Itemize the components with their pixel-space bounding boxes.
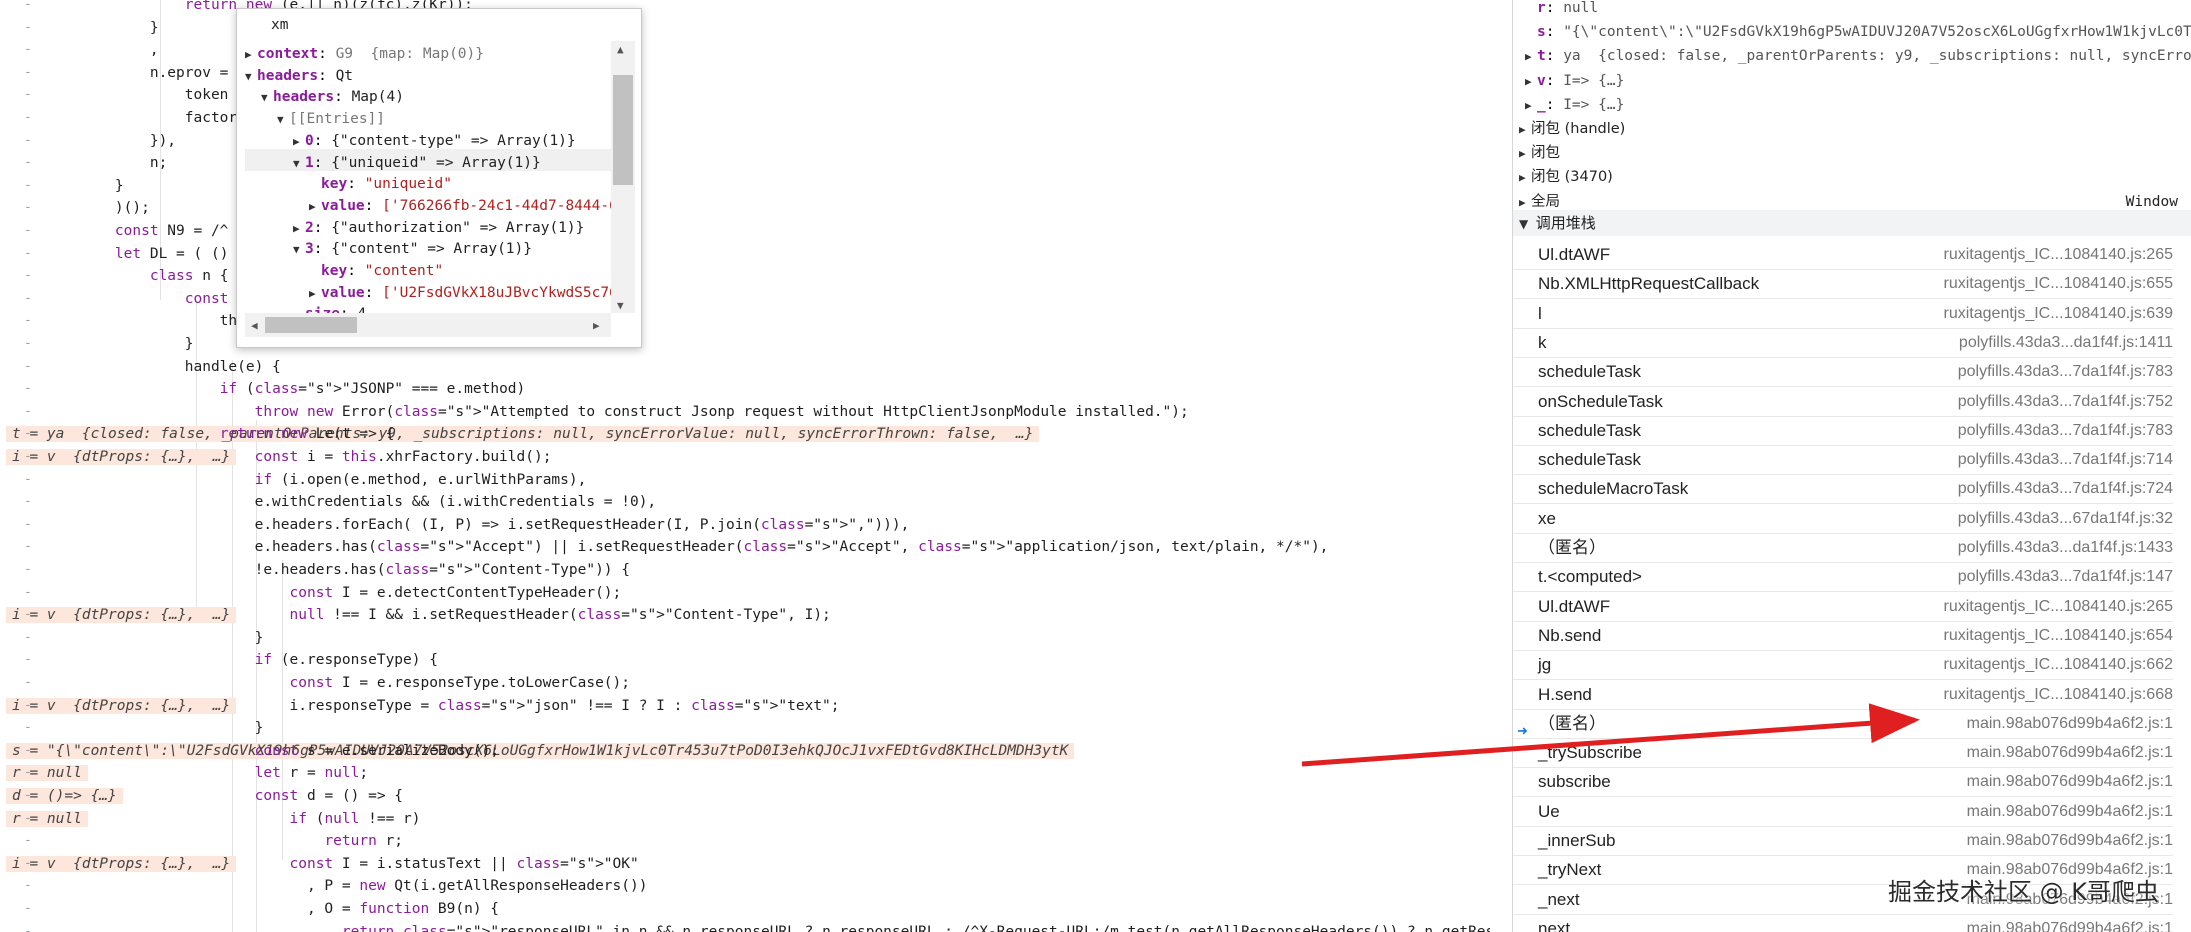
- annotation-red-arrow: [1301, 703, 1920, 767]
- watermark-text: 掘金技术社区 @ K哥爬虫: [1888, 878, 2159, 906]
